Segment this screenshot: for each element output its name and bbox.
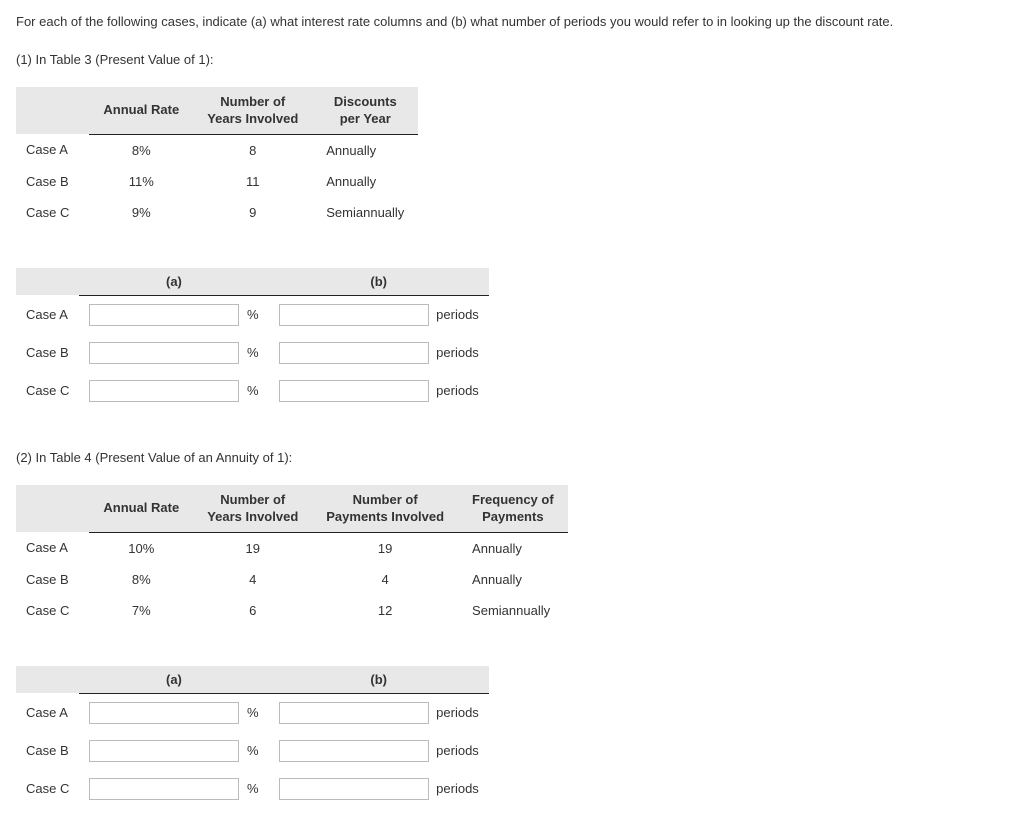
part1-data-table: Annual Rate Number ofYears Involved Disc…: [16, 87, 418, 228]
table-row: Case B 11% 11 Annually: [16, 166, 418, 197]
question-text: For each of the following cases, indicat…: [16, 12, 1010, 32]
spacer: [16, 268, 79, 296]
row-label: Case B: [16, 166, 89, 197]
part1-heading: (1) In Table 3 (Present Value of 1):: [16, 52, 1010, 67]
answer-row: Case A % periods: [16, 295, 489, 334]
spacer: [16, 485, 89, 533]
input-b[interactable]: [279, 702, 429, 724]
col-a: (a): [79, 666, 268, 694]
row-label: Case B: [16, 334, 79, 372]
unit-percent: %: [243, 781, 259, 796]
cell-discounts: Annually: [312, 166, 418, 197]
cell-freq: Annually: [458, 564, 568, 595]
input-a[interactable]: [89, 778, 239, 800]
unit-periods: periods: [432, 705, 479, 720]
unit-percent: %: [243, 307, 259, 322]
part2-answer-table: (a) (b) Case A % periods Case B % period…: [16, 666, 489, 808]
input-a[interactable]: [89, 702, 239, 724]
cell-rate: 8%: [89, 134, 193, 166]
input-a[interactable]: [89, 304, 239, 326]
table-row: Case C 9% 9 Semiannually: [16, 197, 418, 228]
answer-row: Case C % periods: [16, 770, 489, 808]
col-frequency: Frequency ofPayments: [458, 485, 568, 533]
cell-payments: 19: [312, 532, 458, 564]
cell-years: 6: [193, 595, 312, 626]
input-b[interactable]: [279, 740, 429, 762]
input-b[interactable]: [279, 342, 429, 364]
cell-years: 8: [193, 134, 312, 166]
cell-freq: Semiannually: [458, 595, 568, 626]
unit-periods: periods: [432, 345, 479, 360]
col-b: (b): [269, 666, 489, 694]
cell-years: 4: [193, 564, 312, 595]
cell-payments: 4: [312, 564, 458, 595]
row-label: Case B: [16, 732, 79, 770]
row-label: Case C: [16, 197, 89, 228]
col-annual-rate: Annual Rate: [89, 87, 193, 135]
input-b[interactable]: [279, 304, 429, 326]
cell-payments: 12: [312, 595, 458, 626]
cell-rate: 8%: [89, 564, 193, 595]
answer-row: Case B % periods: [16, 334, 489, 372]
row-label: Case A: [16, 532, 89, 564]
input-a[interactable]: [89, 380, 239, 402]
cell-rate: 9%: [89, 197, 193, 228]
input-a[interactable]: [89, 740, 239, 762]
row-label: Case B: [16, 564, 89, 595]
cell-discounts: Semiannually: [312, 197, 418, 228]
input-b[interactable]: [279, 380, 429, 402]
row-label: Case C: [16, 770, 79, 808]
unit-percent: %: [243, 705, 259, 720]
unit-percent: %: [243, 383, 259, 398]
table-row: Case B 8% 4 4 Annually: [16, 564, 568, 595]
cell-rate: 11%: [89, 166, 193, 197]
row-label: Case C: [16, 595, 89, 626]
col-a: (a): [79, 268, 268, 296]
answer-row: Case A % periods: [16, 693, 489, 732]
row-label: Case A: [16, 134, 89, 166]
unit-periods: periods: [432, 307, 479, 322]
cell-years: 11: [193, 166, 312, 197]
col-discounts: Discountsper Year: [312, 87, 418, 135]
col-payments: Number ofPayments Involved: [312, 485, 458, 533]
cell-freq: Annually: [458, 532, 568, 564]
col-years-involved: Number ofYears Involved: [193, 485, 312, 533]
cell-years: 19: [193, 532, 312, 564]
part2-data-table: Annual Rate Number ofYears Involved Numb…: [16, 485, 568, 626]
cell-years: 9: [193, 197, 312, 228]
answer-row: Case C % periods: [16, 372, 489, 410]
input-a[interactable]: [89, 342, 239, 364]
cell-discounts: Annually: [312, 134, 418, 166]
input-b[interactable]: [279, 778, 429, 800]
spacer: [16, 87, 89, 135]
spacer: [16, 666, 79, 694]
part2-heading: (2) In Table 4 (Present Value of an Annu…: [16, 450, 1010, 465]
col-b: (b): [269, 268, 489, 296]
table-row: Case A 10% 19 19 Annually: [16, 532, 568, 564]
unit-percent: %: [243, 743, 259, 758]
unit-periods: periods: [432, 781, 479, 796]
cell-rate: 10%: [89, 532, 193, 564]
col-years-involved: Number ofYears Involved: [193, 87, 312, 135]
row-label: Case C: [16, 372, 79, 410]
answer-row: Case B % periods: [16, 732, 489, 770]
table-row: Case A 8% 8 Annually: [16, 134, 418, 166]
part1-answer-table: (a) (b) Case A % periods Case B % period…: [16, 268, 489, 410]
cell-rate: 7%: [89, 595, 193, 626]
table-row: Case C 7% 6 12 Semiannually: [16, 595, 568, 626]
row-label: Case A: [16, 693, 79, 732]
col-annual-rate: Annual Rate: [89, 485, 193, 533]
unit-periods: periods: [432, 743, 479, 758]
row-label: Case A: [16, 295, 79, 334]
unit-percent: %: [243, 345, 259, 360]
unit-periods: periods: [432, 383, 479, 398]
